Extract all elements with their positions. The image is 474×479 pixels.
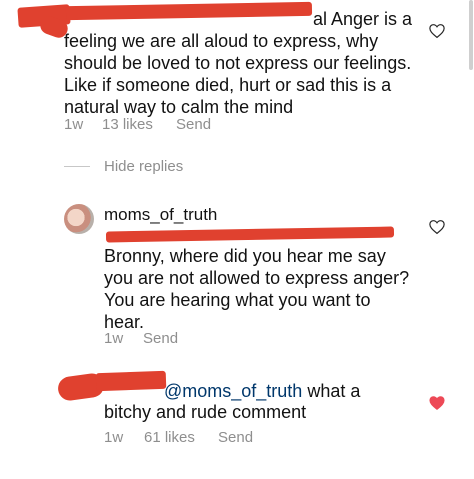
reply-2-line: @moms_of_truth what a <box>164 380 360 402</box>
avatar[interactable] <box>64 204 94 234</box>
redaction-mark <box>95 370 167 392</box>
reply-1-username[interactable]: moms_of_truth <box>104 204 217 226</box>
mention-link[interactable]: @moms_of_truth <box>164 381 302 401</box>
heart-filled-icon[interactable] <box>428 394 446 412</box>
reply-1-line: Bronny, where did you hear me say <box>104 246 386 266</box>
comment-1-line: Like if someone died, hurt or sad this i… <box>64 75 392 95</box>
comment-1-send-button[interactable]: Send <box>176 116 211 133</box>
reply-1-line: you are not allowed to express anger? <box>104 268 410 288</box>
reply-2-send-button[interactable]: Send <box>218 429 253 446</box>
reply-1-send-button[interactable]: Send <box>143 330 178 347</box>
comment-1-likes[interactable]: 13 likes <box>102 116 153 133</box>
scrollbar[interactable] <box>469 0 473 70</box>
comment-1-time: 1w <box>64 116 84 133</box>
hide-replies-button[interactable]: Hide replies <box>104 158 183 175</box>
comment-1-line: natural way to calm the mind <box>64 97 294 117</box>
heart-outline-icon[interactable] <box>428 218 446 236</box>
reply-2-likes[interactable]: 61 likes <box>144 429 195 446</box>
divider <box>64 166 90 167</box>
reply-1-time: 1w <box>104 330 124 347</box>
redaction-mark <box>105 226 395 243</box>
comment-1-line: feeling we are all aloud to express, why <box>64 31 379 51</box>
comment-1-line: al Anger is a <box>313 9 413 29</box>
redaction-mark <box>65 1 313 21</box>
heart-outline-icon[interactable] <box>428 22 446 40</box>
reply-2-time: 1w <box>104 429 124 446</box>
reply-2-text: what a <box>302 381 361 401</box>
reply-1-line: You are hearing what you want to <box>104 290 371 310</box>
comment-1-line: should be loved to not express our feeli… <box>64 53 412 73</box>
reply-2-line: bitchy and rude comment <box>104 402 307 422</box>
